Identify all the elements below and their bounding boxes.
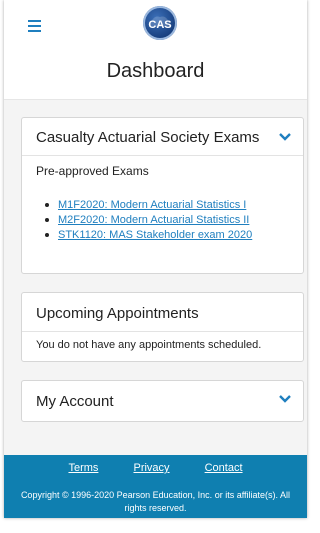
exams-card: Casualty Actuarial Society Exams Pre-app… <box>21 117 304 274</box>
terms-link[interactable]: Terms <box>68 462 98 474</box>
list-item: STK1120: MAS Stakeholder exam 2020 <box>44 228 252 243</box>
chevron-down-icon[interactable] <box>279 133 291 141</box>
account-card[interactable]: My Account <box>21 380 304 422</box>
appointments-card: Upcoming Appointments You do not have an… <box>21 292 304 362</box>
card-divider <box>22 155 303 156</box>
exam-list: M1F2020: Modern Actuarial Statistics I M… <box>36 198 252 243</box>
hamburger-icon[interactable] <box>28 20 41 32</box>
copyright-text: Copyright © 1996-2020 Pearson Education,… <box>20 490 291 513</box>
footer-links: Terms Privacy Contact <box>4 462 307 474</box>
privacy-link[interactable]: Privacy <box>133 462 169 474</box>
exam-link[interactable]: M1F2020: Modern Actuarial Statistics I <box>58 199 246 211</box>
logo-text: CAS <box>148 19 171 31</box>
list-item: M1F2020: Modern Actuarial Statistics I <box>44 198 252 213</box>
cas-logo: CAS <box>143 6 177 40</box>
list-item: M2F2020: Modern Actuarial Statistics II <box>44 213 252 228</box>
top-bar: CAS <box>4 0 307 45</box>
exam-link[interactable]: STK1120: MAS Stakeholder exam 2020 <box>58 229 252 241</box>
exam-link[interactable]: M2F2020: Modern Actuarial Statistics II <box>58 214 249 226</box>
chevron-down-icon[interactable] <box>279 395 291 403</box>
cas-logo-mark: CAS <box>148 16 172 31</box>
title-bar: Dashboard <box>4 44 307 100</box>
footer: Terms Privacy Contact Copyright © 1996-2… <box>4 455 307 518</box>
page-title: Dashboard <box>106 60 205 82</box>
contact-link[interactable]: Contact <box>205 462 243 474</box>
card-divider <box>22 331 303 332</box>
account-card-title[interactable]: My Account <box>36 393 114 410</box>
appointments-message: You do not have any appointments schedul… <box>36 339 262 351</box>
appointments-card-title: Upcoming Appointments <box>36 305 199 322</box>
app-frame: CAS Dashboard Casualty Actuarial Society… <box>0 0 307 533</box>
exams-subtitle: Pre-approved Exams <box>36 164 149 178</box>
exams-card-title[interactable]: Casualty Actuarial Society Exams <box>36 129 259 146</box>
